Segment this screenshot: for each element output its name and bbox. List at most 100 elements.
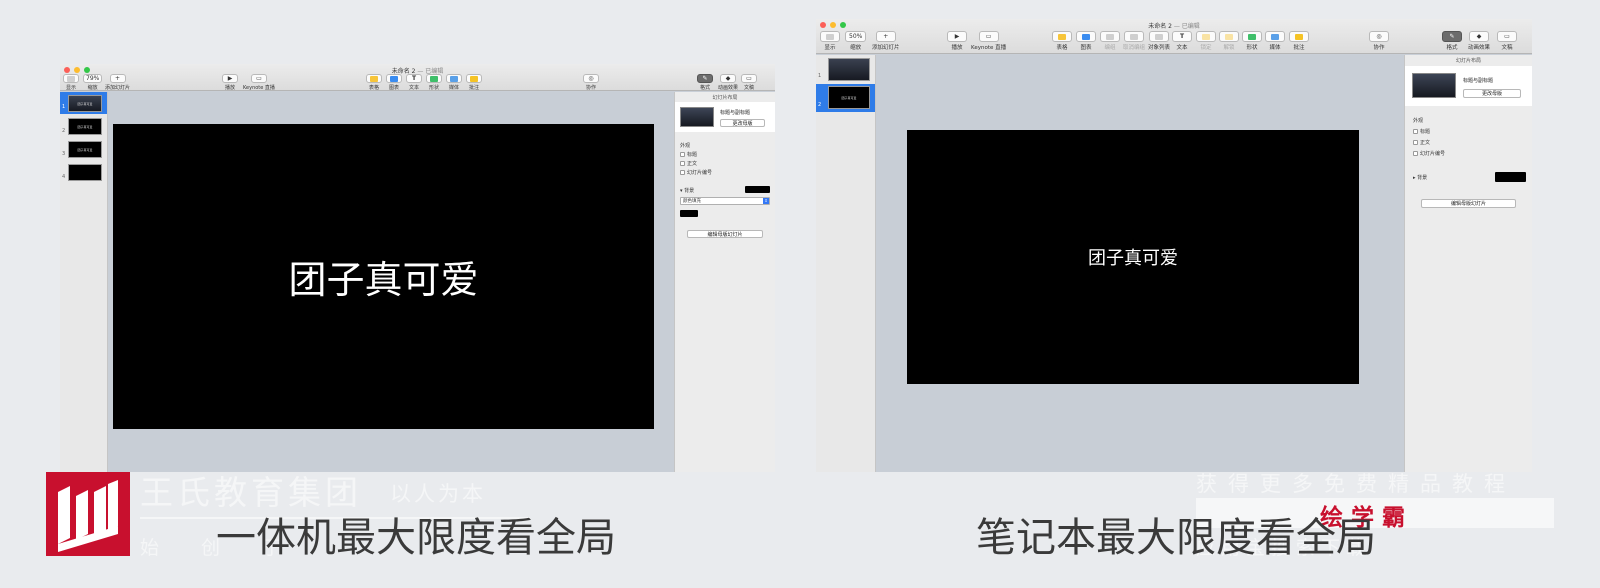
format-inspector: 幻灯片布局 标题与副标题 更改母版 外观 标题 正文 幻灯片编号 ▾ 背景 颜色…: [674, 92, 775, 472]
slide[interactable]: 团子真可爱: [907, 130, 1359, 384]
title-checkbox[interactable]: 标题: [1413, 128, 1430, 135]
chart-button[interactable]: 图表: [386, 74, 402, 91]
slide-thumbnail-row[interactable]: 4: [60, 162, 107, 184]
add-slide-button[interactable]: + 添加幻灯片: [872, 31, 900, 51]
table-button[interactable]: 表格: [366, 74, 382, 91]
sidebar-icon: [67, 75, 75, 82]
lock-button[interactable]: 锁定: [1196, 31, 1216, 51]
slide-navigator: 1 2 团子真可爱: [816, 55, 876, 472]
slide-thumbnail-row[interactable]: 3 团子真可爱: [60, 139, 107, 161]
fill-type-select[interactable]: 颜色填充 ⇕: [680, 197, 770, 205]
format-inspector: 幻灯片布局 标题与副标题 更改母版 外观 标题 正文 幻灯片编号 ▸ 背景 编辑…: [1404, 55, 1532, 472]
fill-color-well[interactable]: [680, 210, 698, 217]
wangshi-logo: [46, 472, 130, 556]
master-thumbnail[interactable]: [680, 107, 714, 127]
keynote-window-laptop: 未命名 2 — 已编辑 显示 50% 缩放 + 添加幻灯片 ▶ 播放 ▭ Key…: [816, 19, 1532, 472]
layout-panel: 标题与副标题 更改母版: [1405, 66, 1532, 106]
keynote-live-button[interactable]: ▭ Keynote 直播: [243, 74, 275, 91]
play-icon: ▶: [954, 33, 960, 40]
collaborate-button[interactable]: ◎ 协作: [1369, 31, 1389, 51]
appearance-heading: 外观: [680, 143, 691, 149]
layout-name: 标题与副标题: [720, 110, 751, 116]
master-thumbnail[interactable]: [1412, 73, 1456, 98]
slide-canvas: 团子真可爱: [108, 92, 674, 472]
animate-icon: ◆: [725, 75, 731, 82]
ungroup-button[interactable]: 取消编组: [1123, 31, 1145, 51]
collaborate-button[interactable]: ◎ 协作: [583, 74, 599, 91]
document-status: — 已编辑: [1173, 23, 1200, 30]
change-master-button[interactable]: 更改母版: [720, 119, 765, 127]
display-icon: ▭: [256, 75, 262, 82]
collaborate-icon: ◎: [588, 75, 594, 82]
object-list-button[interactable]: 对象列表: [1148, 31, 1170, 51]
background-color-swatch[interactable]: [1495, 172, 1526, 182]
view-button[interactable]: 显示: [63, 74, 79, 91]
slide-thumbnail-row[interactable]: 1: [816, 55, 875, 83]
list-icon: [1155, 33, 1163, 40]
ungroup-icon: [1130, 33, 1138, 40]
format-button[interactable]: ✎ 格式: [1442, 31, 1462, 51]
media-icon: [1271, 33, 1279, 40]
shape-button[interactable]: 形状: [426, 74, 442, 91]
edit-master-slide-button[interactable]: 编辑母版幻灯片: [1421, 199, 1516, 208]
slide-title[interactable]: 团子真可爱: [1088, 244, 1178, 270]
watermark-promo: 获得更多免费精品教程: [1196, 472, 1516, 496]
document-name: 未命名 2: [1148, 23, 1172, 30]
w-logo-icon: [58, 480, 118, 552]
play-button[interactable]: ▶ 播放: [947, 31, 967, 51]
text-button[interactable]: T 文本: [406, 74, 422, 91]
edit-master-slide-button[interactable]: 编辑母版幻灯片: [687, 230, 763, 238]
comment-button[interactable]: 批注: [466, 74, 482, 91]
comment-icon: [470, 75, 478, 82]
caption-laptop: 笔记本最大限度看全局: [976, 515, 1376, 561]
media-button[interactable]: 媒体: [446, 74, 462, 91]
zoom-menu[interactable]: 50% 缩放: [845, 31, 867, 51]
comment-button[interactable]: 批注: [1289, 31, 1309, 51]
media-button[interactable]: 媒体: [1265, 31, 1285, 51]
slide-thumbnail-row[interactable]: 1 团子真可爱: [60, 92, 107, 114]
play-button[interactable]: ▶ 播放: [222, 74, 238, 91]
document-button[interactable]: ▭ 文稿: [1497, 31, 1517, 51]
keynote-live-button[interactable]: ▭ Keynote 直播: [971, 31, 1006, 51]
collaborate-icon: ◎: [1376, 33, 1382, 40]
background-color-swatch[interactable]: [745, 186, 770, 193]
slide-thumbnail-row[interactable]: 2 团子真可爱: [60, 116, 107, 138]
chart-icon: [390, 75, 398, 82]
shape-button[interactable]: 形状: [1242, 31, 1262, 51]
view-button[interactable]: 显示: [820, 31, 840, 51]
table-button[interactable]: 表格: [1052, 31, 1072, 51]
unlock-button[interactable]: 解锁: [1219, 31, 1239, 51]
body-checkbox[interactable]: 正文: [680, 160, 697, 167]
slide-thumbnail: [68, 164, 102, 181]
title-checkbox[interactable]: 标题: [680, 151, 697, 158]
group-icon: [1106, 33, 1114, 40]
slide-number-checkbox[interactable]: 幻灯片编号: [680, 169, 712, 176]
document-button[interactable]: ▭ 文稿: [741, 74, 757, 91]
chart-button[interactable]: 图表: [1076, 31, 1096, 51]
animate-button[interactable]: ◆ 动画效果: [1468, 31, 1490, 51]
text-button[interactable]: T 文本: [1172, 31, 1192, 51]
shape-icon: [430, 75, 438, 82]
slide-canvas: 团子真可爱: [876, 55, 1404, 472]
slide-title[interactable]: 团子真可爱: [288, 249, 478, 304]
slide-thumbnail-row[interactable]: 2 团子真可爱: [816, 84, 875, 112]
animate-icon: ◆: [1476, 33, 1482, 40]
format-button[interactable]: ✎ 格式: [697, 74, 713, 91]
watermark-slogan: 以人为本: [390, 482, 486, 506]
table-icon: [370, 75, 378, 82]
toolbar: 未命名 2 — 已编辑 显示 79% 缩放 + 添加幻灯片 ▶ 播放 ▭ Key…: [60, 64, 775, 91]
zoom-menu[interactable]: 79% 缩放: [83, 74, 103, 91]
slide-number-checkbox[interactable]: 幻灯片编号: [1413, 150, 1445, 157]
change-master-button[interactable]: 更改母版: [1463, 89, 1521, 98]
add-slide-button[interactable]: + 添加幻灯片: [105, 74, 130, 91]
group-button[interactable]: 编组: [1100, 31, 1120, 51]
animate-button[interactable]: ◆ 动画效果: [718, 74, 738, 91]
background-heading[interactable]: ▸ 背景: [1413, 174, 1427, 181]
slide-thumbnail: 团子真可爱: [828, 86, 870, 109]
layout-name: 标题与副标题: [1463, 78, 1494, 84]
slide[interactable]: 团子真可爱: [113, 124, 654, 429]
background-heading[interactable]: ▾ 背景: [680, 187, 694, 194]
text-icon: T: [1179, 33, 1185, 40]
slide-thumbnail: 团子真可爱: [68, 118, 102, 135]
body-checkbox[interactable]: 正文: [1413, 139, 1430, 146]
